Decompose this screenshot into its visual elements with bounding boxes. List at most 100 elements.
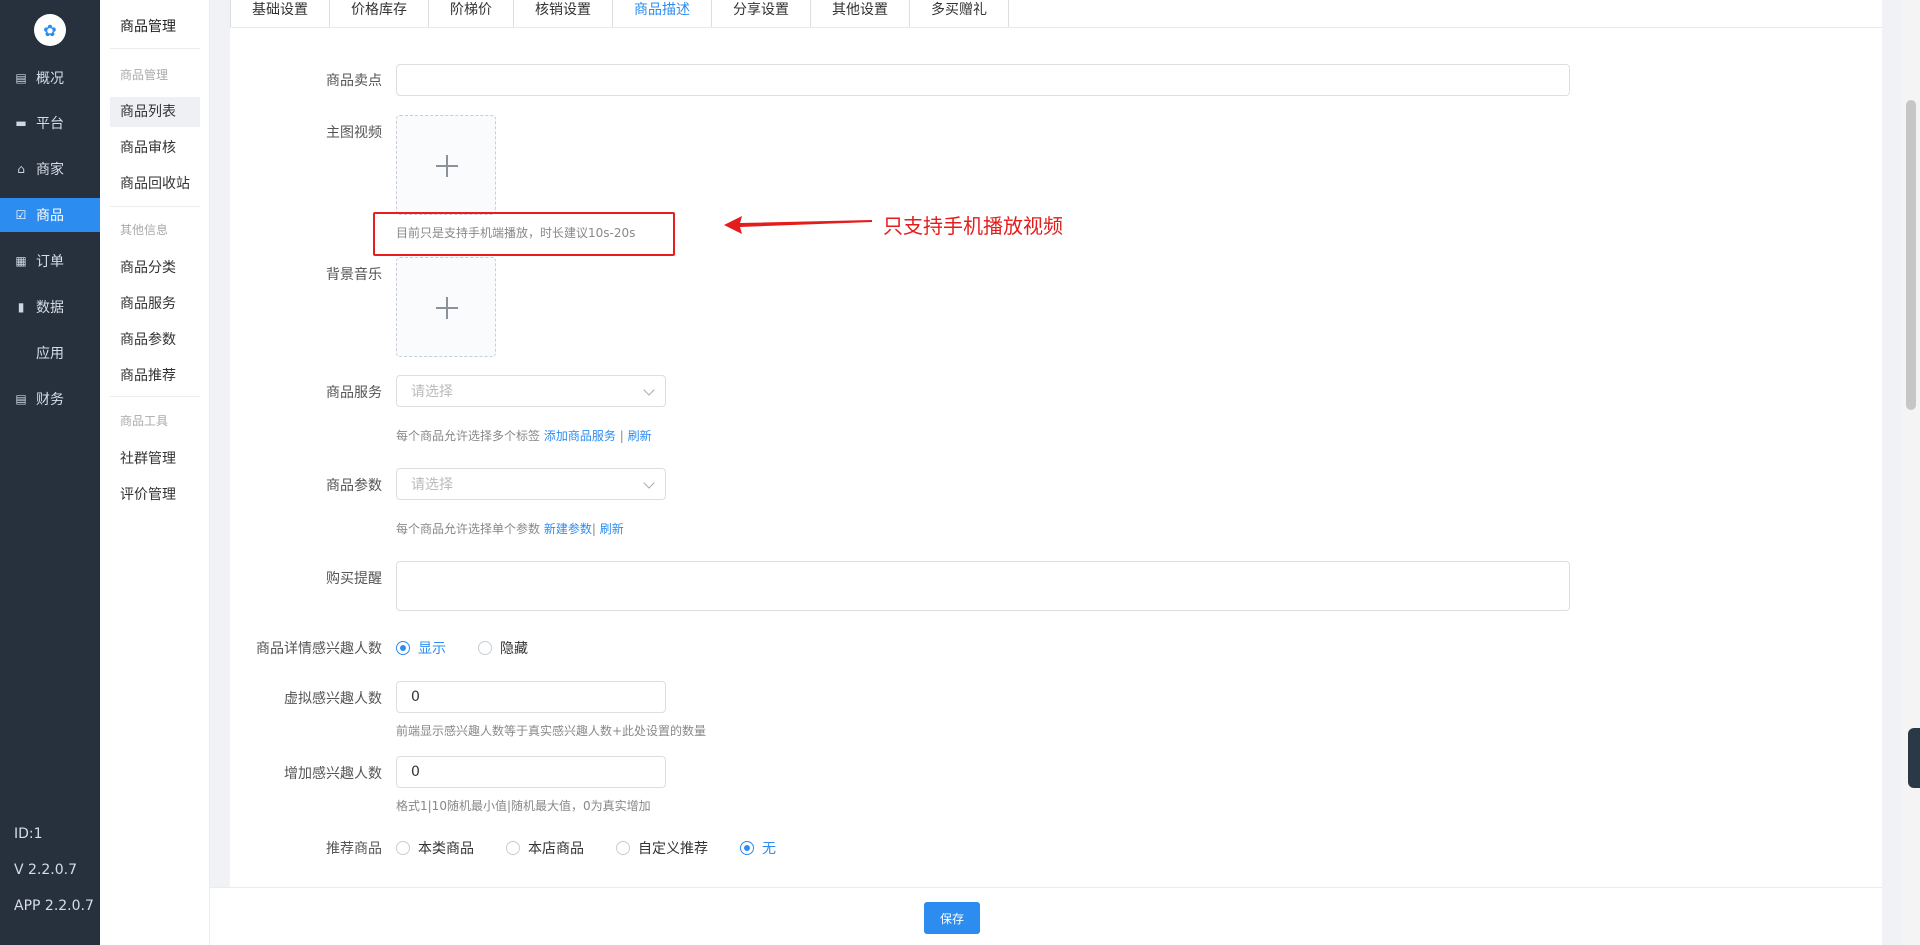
increase-label: 增加感兴趣人数 [284,766,382,782]
virtual-label: 虚拟感兴趣人数 [284,691,382,707]
tab-basic[interactable]: 基础设置 [230,0,330,28]
floating-side-widget[interactable] [1908,728,1920,788]
annotation-text: 只支持手机播放视频 [883,214,1063,238]
submenu-item-service[interactable]: 商品服务 [110,289,200,319]
submenu-item-category[interactable]: 商品分类 [110,253,200,283]
param-select[interactable]: 请选择 [396,468,666,500]
nav-item-overview[interactable]: ▤ 概况 [0,61,100,95]
virtual-value: 0 [411,689,420,705]
goods-icon: ☑ [15,208,27,222]
submenu-title: 商品管理 [120,19,176,35]
save-button[interactable]: 保存 [924,902,980,934]
separator: | [619,429,624,443]
tab-bar: 基础设置 价格库存 阶梯价 核销设置 商品描述 分享设置 其他设置 多买赠礼 [230,0,1009,28]
store-icon: ⌂ [17,162,25,176]
radio-dot [478,641,492,655]
footer-bar: 保存 [210,887,1882,945]
bar-chart-icon: ▮ [17,300,25,314]
main-content: 基础设置 价格库存 阶梯价 核销设置 商品描述 分享设置 其他设置 多买赠礼 商… [230,0,1882,945]
nav-item-merchant[interactable]: ⌂ 商家 [0,152,100,186]
nav-label: 订单 [36,254,64,270]
radio-none[interactable]: 无 [740,838,776,858]
nav-label: 财务 [36,392,64,408]
chart-icon: ▤ [15,71,27,85]
param-refresh-link[interactable]: 刷新 [600,522,624,536]
plus-icon [436,297,458,319]
increase-value: 0 [411,764,420,780]
interest-show-label: 商品详情感兴趣人数 [256,641,382,657]
submenu-group-label: 其他信息 [120,223,169,237]
recommend-label: 推荐商品 [326,841,382,857]
reminder-textarea[interactable] [396,561,1570,611]
service-label: 商品服务 [326,385,382,401]
increase-input[interactable]: 0 [396,756,666,788]
apps-icon [14,346,28,360]
submenu-item-recommend[interactable]: 商品推荐 [110,361,200,391]
service-refresh-link[interactable]: 刷新 [628,429,652,443]
add-service-link[interactable]: 添加商品服务 [544,429,616,443]
tab-other[interactable]: 其他设置 [810,0,910,28]
tab-verification[interactable]: 核销设置 [513,0,613,28]
radio-label: 隐藏 [500,641,528,657]
divider [110,396,200,397]
param-hint-row: 每个商品允许选择单个参数 新建参数| 刷新 [396,520,624,537]
tab-share[interactable]: 分享设置 [711,0,811,28]
reminder-label: 购买提醒 [326,571,382,587]
service-placeholder: 请选择 [411,384,453,400]
increase-hint: 格式1|10随机最小值|随机最大值，0为真实增加 [396,799,651,813]
nav-label: 概况 [36,71,64,87]
nav-item-order[interactable]: ▦ 订单 [0,244,100,278]
annotation-arrow-icon [724,216,872,234]
service-select[interactable]: 请选择 [396,375,666,407]
monitor-icon: ▬ [15,116,27,130]
tabs-divider [230,27,1882,28]
virtual-hint: 前端显示感兴趣人数等于真实感兴趣人数+此处设置的数量 [396,724,707,738]
tab-price-stock[interactable]: 价格库存 [329,0,429,28]
nav-label: 商家 [36,162,64,178]
radio-show[interactable]: 显示 [396,638,446,658]
nav-item-goods[interactable]: ☑ 商品 [0,198,100,232]
submenu-item-params[interactable]: 商品参数 [110,325,200,355]
submenu-group-label: 商品工具 [120,414,169,428]
tab-description[interactable]: 商品描述 [612,0,712,28]
divider [110,206,200,207]
main-video-label: 主图视频 [326,125,382,141]
radio-hide[interactable]: 隐藏 [478,638,528,658]
virtual-input[interactable]: 0 [396,681,666,713]
submenu-item-reviews[interactable]: 评价管理 [110,480,200,510]
submenu-item-goods-review[interactable]: 商品审核 [110,133,200,163]
radio-dot [396,641,410,655]
tab-tier-price[interactable]: 阶梯价 [428,0,514,28]
new-param-link[interactable]: 新建参数 [544,522,592,536]
nav-item-apps[interactable]: 应用 [0,336,100,370]
nav-item-platform[interactable]: ▬ 平台 [0,106,100,140]
plus-icon [436,155,458,177]
submenu-item-recycle-bin[interactable]: 商品回收站 [110,169,200,199]
annotation-highlight-box [373,212,675,256]
nav-item-finance[interactable]: ▤ 财务 [0,382,100,416]
tab-multi-buy-gift[interactable]: 多买赠礼 [909,0,1009,28]
radio-dot [506,841,520,855]
radio-same-store[interactable]: 本店商品 [506,838,584,858]
nav-item-data[interactable]: ▮ 数据 [0,290,100,324]
submenu-item-goods-list[interactable]: 商品列表 [110,97,200,127]
radio-custom[interactable]: 自定义推荐 [616,838,708,858]
logo-icon[interactable]: ✿ [34,14,66,46]
radio-same-category[interactable]: 本类商品 [396,838,474,858]
selling-point-input[interactable] [396,64,1570,96]
chevron-down-icon [643,384,655,396]
separator: | [591,522,596,536]
nav-label: 平台 [36,116,64,132]
divider [110,48,200,49]
music-upload-box[interactable] [396,257,496,357]
radio-label: 显示 [418,641,446,657]
finance-icon: ▤ [15,392,27,406]
video-upload-box[interactable] [396,115,496,215]
nav-label: 应用 [36,346,64,362]
radio-label: 无 [762,841,776,857]
param-hint: 每个商品允许选择单个参数 [396,522,541,536]
scrollbar-thumb[interactable] [1906,100,1916,410]
submenu-item-community[interactable]: 社群管理 [110,444,200,474]
nav-label: 数据 [36,300,64,316]
service-hint: 每个商品允许选择多个标签 [396,429,541,443]
